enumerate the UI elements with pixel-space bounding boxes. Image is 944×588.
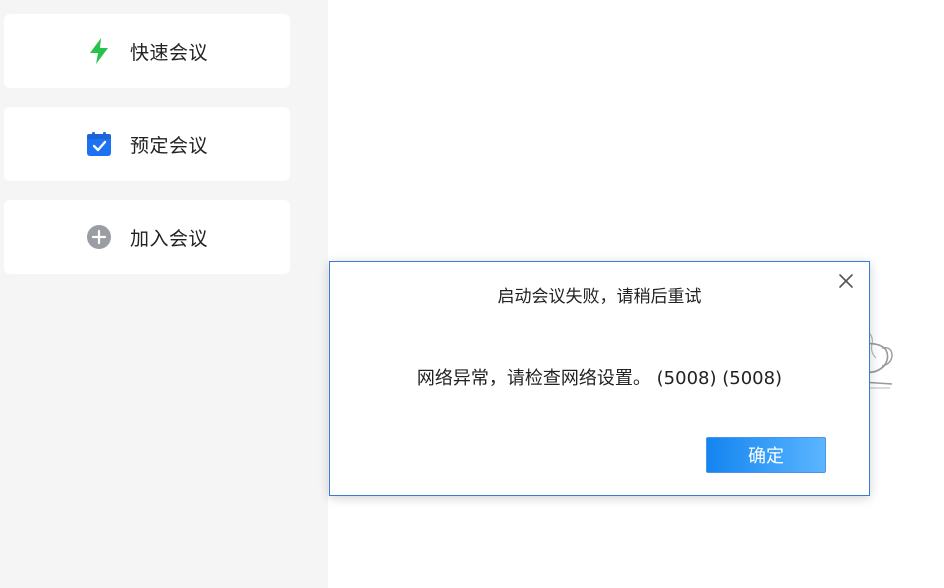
quick-meeting-label: 快速会议 bbox=[129, 41, 208, 64]
join-meeting-label: 加入会议 bbox=[129, 227, 208, 250]
quick-meeting-button[interactable]: 快速会议 bbox=[4, 14, 290, 88]
confirm-button-label: 确定 bbox=[748, 446, 784, 467]
close-icon[interactable] bbox=[835, 270, 857, 292]
join-meeting-button[interactable]: 加入会议 bbox=[4, 200, 290, 274]
dialog-message: 网络异常，请检查网络设置。 (5008) (5008) bbox=[416, 368, 783, 389]
calendar-check-icon bbox=[86, 131, 112, 157]
schedule-meeting-label: 预定会议 bbox=[129, 134, 208, 157]
lightning-icon bbox=[86, 38, 112, 64]
plus-circle-icon bbox=[86, 224, 112, 250]
dialog-title: 启动会议失败，请稍后重试 bbox=[497, 287, 702, 307]
schedule-meeting-button[interactable]: 预定会议 bbox=[4, 107, 290, 181]
confirm-button[interactable]: 确定 bbox=[706, 437, 826, 473]
sidebar: 快速会议 预定会议 加入会议 bbox=[0, 0, 328, 588]
error-dialog: 启动会议失败，请稍后重试 网络异常，请检查网络设置。 (5008) (5008)… bbox=[329, 261, 870, 496]
